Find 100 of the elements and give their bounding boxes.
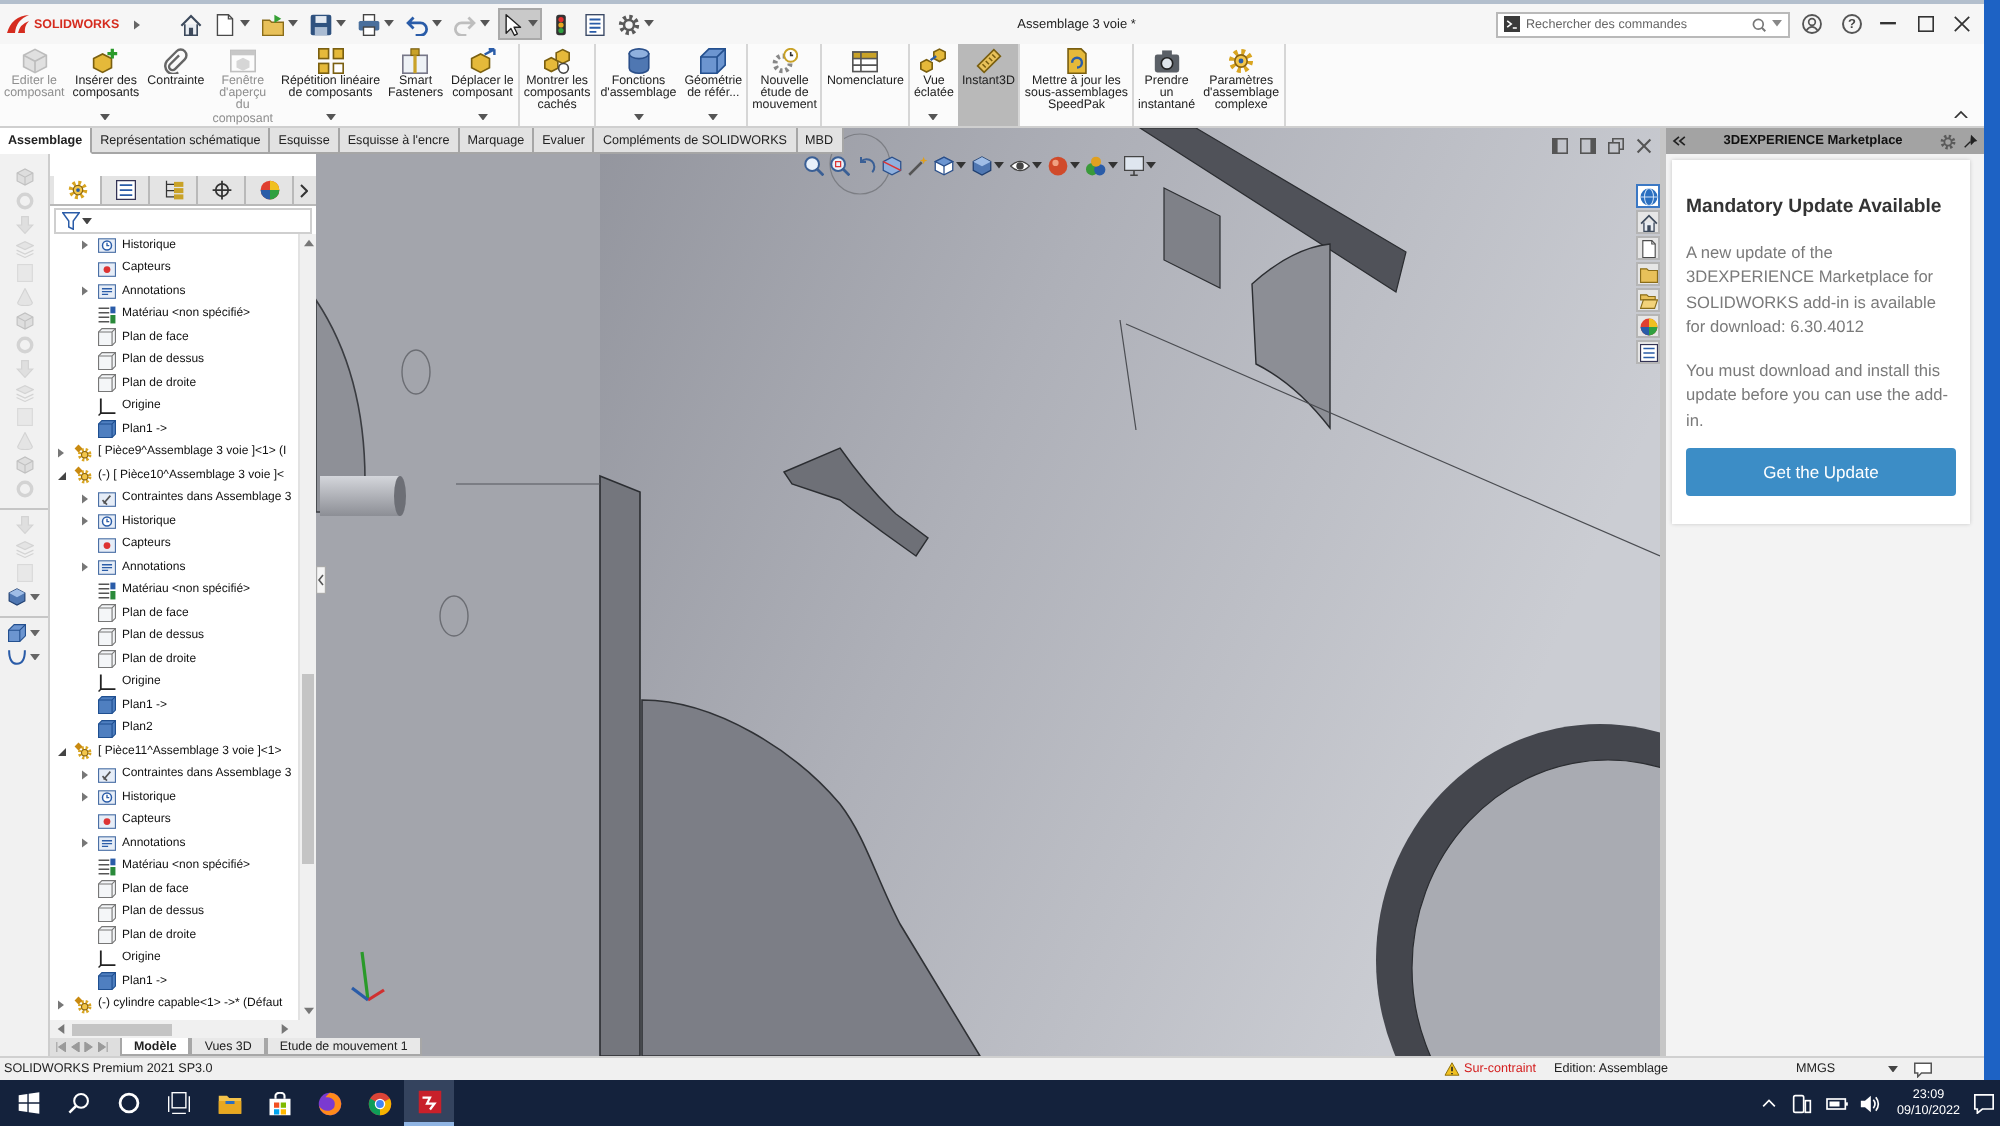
caret-icon[interactable] — [956, 162, 966, 170]
shaded-cube-icon[interactable] — [972, 156, 992, 176]
task-pane-tab[interactable] — [1636, 210, 1660, 234]
curved-arrow-icon[interactable] — [856, 156, 876, 176]
home-icon[interactable] — [179, 13, 202, 35]
caret-icon[interactable] — [1108, 162, 1118, 170]
caret-icon[interactable] — [30, 629, 40, 637]
scroll-down-icon[interactable] — [303, 1006, 313, 1016]
get-update-button[interactable]: Get the Update — [1686, 448, 1956, 497]
caret-icon[interactable] — [82, 217, 92, 225]
folder-icon[interactable] — [217, 1091, 241, 1115]
folder-icon[interactable] — [261, 13, 284, 35]
plane-icon[interactable] — [8, 624, 26, 642]
caret-icon[interactable] — [30, 593, 40, 601]
speech-bubble-icon[interactable] — [1914, 1061, 1932, 1077]
caret-icon[interactable] — [928, 113, 939, 120]
taskbar-button[interactable] — [404, 1080, 454, 1126]
scrollbar-thumb[interactable] — [302, 674, 314, 864]
notification-icon[interactable] — [1974, 1093, 1994, 1113]
close-icon[interactable] — [1954, 16, 1970, 32]
pointer-icon[interactable] — [501, 13, 524, 35]
eye-icon[interactable] — [1010, 156, 1030, 176]
monitor-icon[interactable] — [1124, 156, 1144, 176]
expand-arrow-icon[interactable] — [82, 769, 88, 780]
expand-arrow-icon[interactable] — [58, 999, 64, 1010]
expand-arrow-icon[interactable] — [82, 838, 88, 849]
gear-icon[interactable] — [617, 13, 640, 35]
magnifier-icon[interactable] — [830, 156, 850, 176]
double-chevron-icon[interactable] — [1672, 136, 1686, 146]
caret-icon[interactable] — [1032, 162, 1042, 170]
collapse-tab-icon[interactable] — [316, 566, 326, 594]
start-icon[interactable] — [18, 1092, 40, 1114]
scrollbar-thumb[interactable] — [72, 1023, 172, 1035]
expand-arrow-icon[interactable] — [82, 240, 88, 251]
device-icon[interactable] — [1792, 1093, 1813, 1113]
scroll-right-icon[interactable] — [280, 1024, 290, 1034]
section-cube-icon[interactable] — [882, 156, 902, 176]
panel-right-icon[interactable] — [1580, 138, 1596, 154]
expand-arrow-icon[interactable] — [82, 493, 88, 504]
circle-icon[interactable] — [118, 1092, 140, 1114]
restore-icon[interactable] — [1608, 138, 1624, 154]
expand-arrow-icon[interactable] — [58, 447, 64, 458]
expand-arrow-icon[interactable] — [82, 516, 88, 527]
caret-icon[interactable] — [1887, 1065, 1897, 1073]
scroll-left-icon[interactable] — [56, 1024, 66, 1034]
maximize-icon[interactable] — [1918, 16, 1934, 32]
speaker-icon[interactable] — [1860, 1093, 1881, 1113]
task-pane-tab[interactable] — [1636, 314, 1660, 338]
cube-icon[interactable] — [934, 156, 954, 176]
caret-icon[interactable] — [643, 20, 654, 28]
gear-icon[interactable] — [1940, 133, 1956, 149]
expand-arrow-icon[interactable] — [82, 792, 88, 803]
undo-arrow-icon[interactable] — [405, 13, 428, 35]
caret-icon[interactable] — [239, 20, 250, 28]
collapse-arrow-icon[interactable] — [57, 471, 65, 480]
pin-icon[interactable] — [1964, 134, 1978, 148]
chevron-up-icon[interactable] — [1954, 109, 1968, 118]
printer-icon[interactable] — [357, 13, 380, 35]
curve-icon[interactable] — [8, 648, 26, 666]
task-pane-tab[interactable] — [1636, 236, 1660, 260]
caret-icon[interactable] — [633, 113, 644, 120]
search-icon[interactable] — [68, 1092, 90, 1114]
vertical-scrollbar[interactable] — [298, 234, 316, 1020]
caret-icon[interactable] — [1070, 162, 1080, 170]
shopping-bag-icon[interactable] — [267, 1091, 291, 1115]
shaded-cube-icon[interactable] — [8, 588, 26, 606]
list-document-icon[interactable] — [583, 13, 606, 35]
caret-icon[interactable] — [100, 113, 111, 120]
caret-icon[interactable] — [994, 162, 1004, 170]
task-pane-tab[interactable] — [1636, 184, 1660, 208]
task-pane-tab[interactable] — [1636, 340, 1660, 364]
caret-icon[interactable] — [30, 653, 40, 661]
caret-icon[interactable] — [527, 20, 538, 28]
caret-icon[interactable] — [287, 20, 298, 28]
caret-icon[interactable] — [477, 113, 488, 120]
horizontal-scrollbar[interactable] — [50, 1020, 316, 1038]
caret-icon[interactable] — [1146, 162, 1156, 170]
caret-icon[interactable] — [708, 113, 719, 120]
browser-icon[interactable] — [317, 1091, 341, 1115]
panel-left-icon[interactable] — [1552, 138, 1568, 154]
chevron-right-icon[interactable] — [133, 19, 140, 29]
select-button[interactable] — [497, 8, 542, 40]
document-icon[interactable] — [213, 13, 236, 35]
collapse-arrow-icon[interactable] — [57, 747, 65, 756]
user-icon[interactable] — [1802, 14, 1822, 34]
caret-icon[interactable] — [325, 113, 336, 120]
filter-field[interactable] — [54, 208, 312, 234]
caret-icon[interactable] — [431, 20, 442, 28]
browser-icon[interactable] — [367, 1091, 391, 1115]
scroll-up-icon[interactable] — [303, 238, 313, 248]
minimize-icon[interactable] — [1880, 22, 1896, 26]
expand-arrow-icon[interactable] — [82, 286, 88, 297]
wand-icon[interactable] — [908, 156, 928, 176]
scene-icon[interactable] — [1086, 156, 1106, 176]
chevron-right-icon[interactable] — [300, 183, 308, 197]
caret-icon[interactable] — [383, 20, 394, 28]
battery-icon[interactable] — [1826, 1093, 1849, 1113]
magnifier-icon[interactable] — [804, 156, 824, 176]
expand-arrow-icon[interactable] — [82, 562, 88, 573]
caret-icon[interactable] — [335, 20, 346, 28]
